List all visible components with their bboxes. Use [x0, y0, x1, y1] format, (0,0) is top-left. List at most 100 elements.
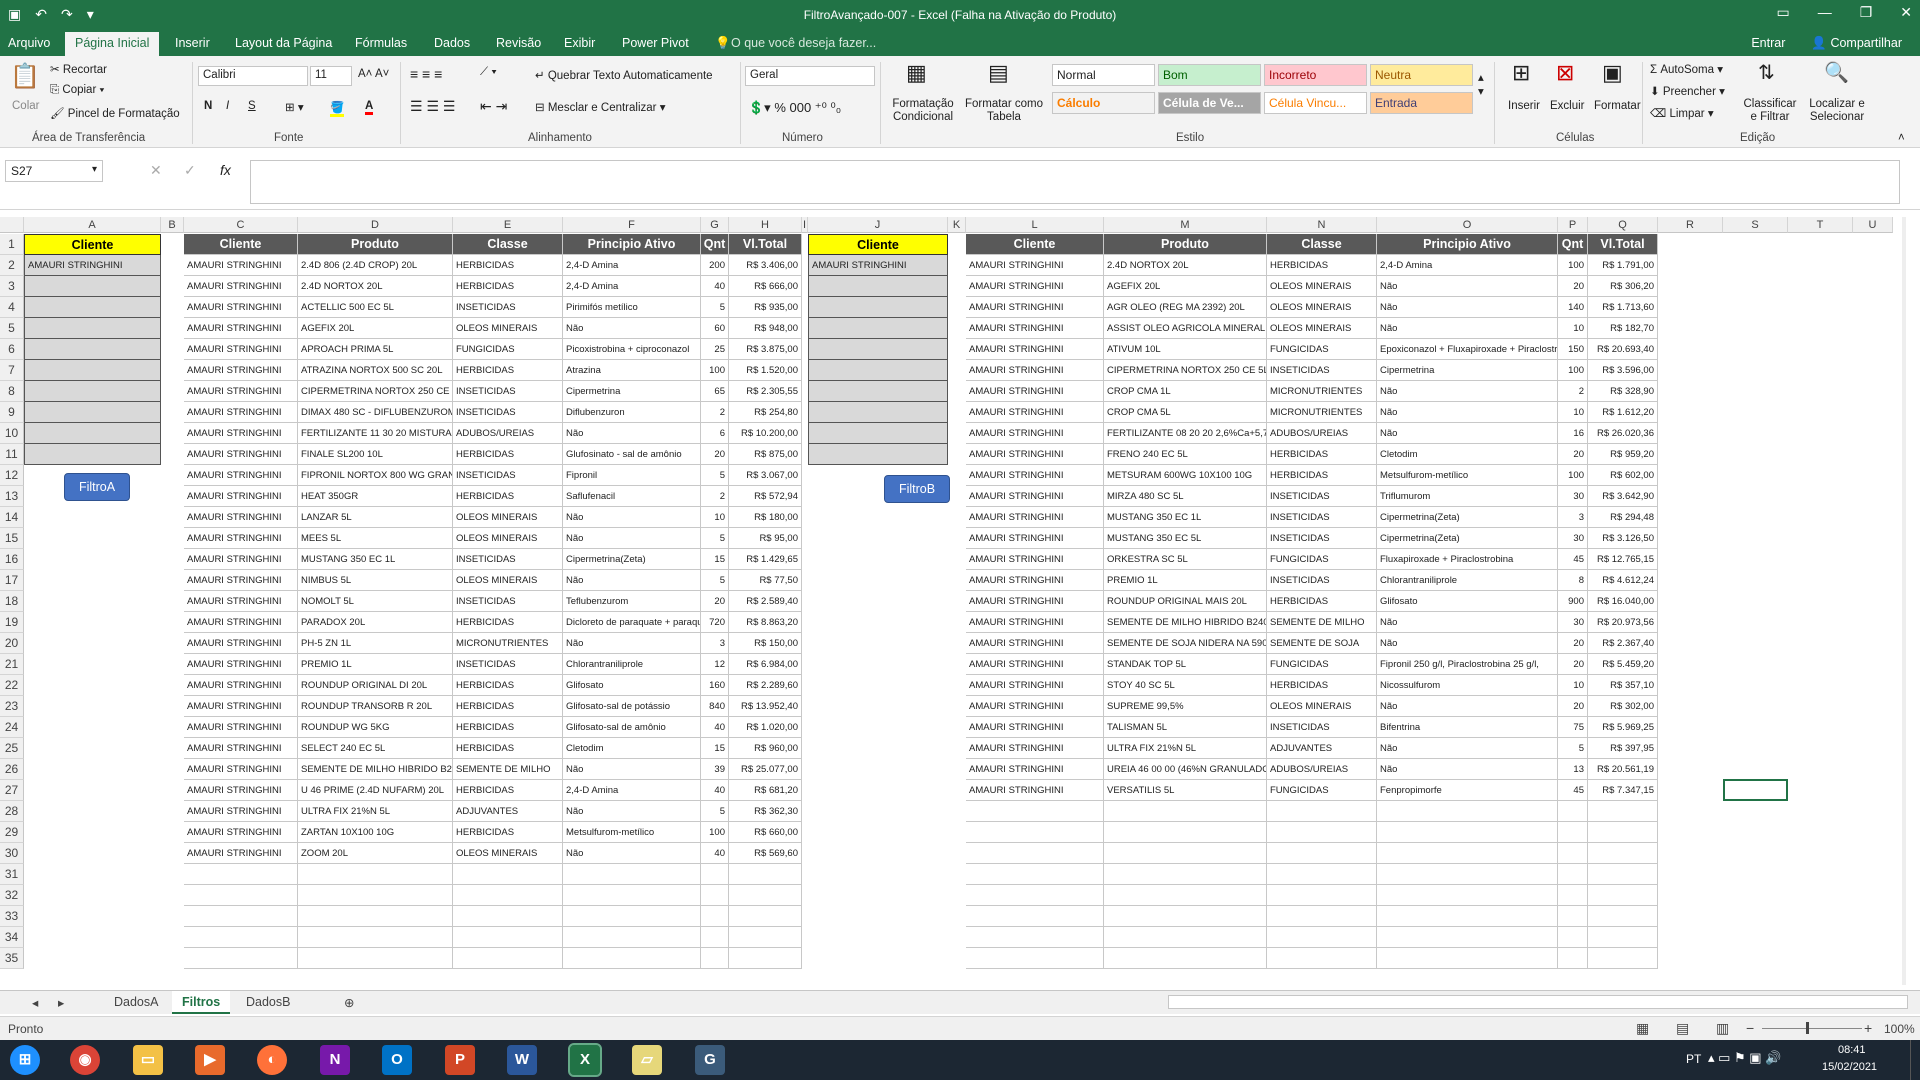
- table-b-cell[interactable]: [1558, 843, 1588, 864]
- column-header[interactable]: A: [24, 217, 161, 233]
- table-a-cell[interactable]: 5: [701, 297, 729, 318]
- table-b-cell[interactable]: 2: [1558, 381, 1588, 402]
- table-a-cell[interactable]: Metsulfurom-metílico: [563, 822, 701, 843]
- table-a-cell[interactable]: Cletodim: [563, 738, 701, 759]
- table-b-cell[interactable]: 20: [1558, 633, 1588, 654]
- chrome-icon[interactable]: ◉: [70, 1045, 100, 1075]
- table-b-cell[interactable]: SUPREME 99,5%: [1104, 696, 1267, 717]
- style-neutra[interactable]: Neutra: [1370, 64, 1473, 86]
- table-a-cell[interactable]: R$ 180,00: [729, 507, 802, 528]
- table-a-cell[interactable]: [184, 906, 298, 927]
- table-b-cell[interactable]: Não: [1377, 696, 1558, 717]
- table-a-cell[interactable]: Dicloreto de paraquate + paraquat: [563, 612, 701, 633]
- table-a-cell[interactable]: HERBICIDAS: [453, 255, 563, 276]
- table-b-cell[interactable]: INSETICIDAS: [1267, 507, 1377, 528]
- column-header[interactable]: N: [1267, 217, 1377, 233]
- column-header[interactable]: Q: [1588, 217, 1658, 233]
- row-header[interactable]: 17: [0, 570, 24, 591]
- column-header[interactable]: O: [1377, 217, 1558, 233]
- table-a-cell[interactable]: [453, 927, 563, 948]
- table-b-cell[interactable]: OLEOS MINERAIS: [1267, 318, 1377, 339]
- table-b-cell[interactable]: MIRZA 480 SC 5L: [1104, 486, 1267, 507]
- table-a-cell[interactable]: R$ 2.589,40: [729, 591, 802, 612]
- table-b-cell[interactable]: AMAURI STRINGHINI: [966, 318, 1104, 339]
- table-b-cell[interactable]: STANDAK TOP 5L: [1104, 654, 1267, 675]
- table-a-cell[interactable]: [701, 885, 729, 906]
- table-b-cell[interactable]: R$ 5.969,25: [1588, 717, 1658, 738]
- table-a-cell[interactable]: R$ 666,00: [729, 276, 802, 297]
- table-b-cell[interactable]: MICRONUTRIENTES: [1267, 381, 1377, 402]
- table-b-cell[interactable]: 75: [1558, 717, 1588, 738]
- table-a-cell[interactable]: 40: [701, 843, 729, 864]
- table-a-cell[interactable]: AMAURI STRINGHINI: [184, 465, 298, 486]
- table-a-cell[interactable]: 40: [701, 276, 729, 297]
- table-a-cell[interactable]: [729, 885, 802, 906]
- table-a-cell[interactable]: 2,4-D Amina: [563, 780, 701, 801]
- table-b-cell[interactable]: Não: [1377, 276, 1558, 297]
- table-b-cell[interactable]: ATIVUM 10L: [1104, 339, 1267, 360]
- table-a-cell[interactable]: R$ 8.863,20: [729, 612, 802, 633]
- table-a-cell[interactable]: PREMIO 1L: [298, 654, 453, 675]
- table-b-cell[interactable]: Fipronil 250 g/l, Piraclostrobina 25 g/l…: [1377, 654, 1558, 675]
- table-b-cell[interactable]: Cipermetrina(Zeta): [1377, 528, 1558, 549]
- table-a-cell[interactable]: HERBICIDAS: [453, 780, 563, 801]
- sort-filter-button[interactable]: Classificar e Filtrar: [1740, 98, 1800, 124]
- table-a-cell[interactable]: HERBICIDAS: [453, 675, 563, 696]
- font-color-icon[interactable]: A: [365, 100, 374, 115]
- table-a-cell[interactable]: Glifosato-sal de amônio: [563, 717, 701, 738]
- table-a-cell[interactable]: [701, 864, 729, 885]
- align-left-icon[interactable]: ☰ ☰ ☰: [410, 98, 455, 115]
- table-b-cell[interactable]: AMAURI STRINGHINI: [966, 633, 1104, 654]
- table-b-cell[interactable]: [1377, 948, 1558, 969]
- table-b-cell[interactable]: ASSIST OLEO AGRICOLA MINERAL 5L: [1104, 318, 1267, 339]
- table-a-cell[interactable]: ADUBOS/UREIAS: [453, 423, 563, 444]
- tab-arquivo[interactable]: Arquivo: [8, 36, 50, 50]
- table-b-cell[interactable]: [966, 822, 1104, 843]
- sort-filter-icon[interactable]: ⇅: [1758, 60, 1775, 85]
- style-celula-vinculada[interactable]: Célula Vincu...: [1264, 92, 1367, 114]
- table-b-cell[interactable]: AMAURI STRINGHINI: [966, 465, 1104, 486]
- file-explorer-icon[interactable]: ▭: [133, 1045, 163, 1075]
- tell-me-box[interactable]: O que você deseja fazer...: [731, 36, 876, 50]
- table-a-cell[interactable]: 20: [701, 591, 729, 612]
- table-a-cell[interactable]: Atrazina: [563, 360, 701, 381]
- table-a-cell[interactable]: 3: [701, 633, 729, 654]
- table-b-cell[interactable]: Cipermetrina(Zeta): [1377, 507, 1558, 528]
- row-header[interactable]: 28: [0, 801, 24, 822]
- table-b-cell[interactable]: R$ 7.347,15: [1588, 780, 1658, 801]
- table-a-cell[interactable]: AMAURI STRINGHINI: [184, 696, 298, 717]
- table-a-cell[interactable]: [563, 906, 701, 927]
- table-b-cell[interactable]: R$ 26.020,36: [1588, 423, 1658, 444]
- column-header[interactable]: R: [1658, 217, 1723, 233]
- table-b-cell[interactable]: AGEFIX 20L: [1104, 276, 1267, 297]
- row-header[interactable]: 34: [0, 927, 24, 948]
- cut-button[interactable]: ✂ Recortar: [50, 62, 107, 76]
- criteria-b-header[interactable]: Cliente: [808, 234, 948, 255]
- table-a-cell[interactable]: R$ 77,50: [729, 570, 802, 591]
- criteria-a-cell[interactable]: AMAURI STRINGHINI: [24, 255, 161, 276]
- table-b-cell[interactable]: R$ 4.612,24: [1588, 570, 1658, 591]
- conditional-format-button[interactable]: Formatação Condicional: [888, 98, 958, 124]
- table-b-cell[interactable]: METSURAM 600WG 10X100 10G: [1104, 465, 1267, 486]
- criteria-a-cell[interactable]: [24, 276, 161, 297]
- table-a-cell[interactable]: [298, 948, 453, 969]
- select-all-corner[interactable]: [0, 217, 24, 233]
- table-a-cell[interactable]: PH-5 ZN 1L: [298, 633, 453, 654]
- table-a-cell[interactable]: ROUNDUP TRANSORB R 20L: [298, 696, 453, 717]
- table-a-cell[interactable]: [563, 864, 701, 885]
- table-a-cell[interactable]: R$ 3.067,00: [729, 465, 802, 486]
- table-b-cell[interactable]: ADUBOS/UREIAS: [1267, 759, 1377, 780]
- table-b-cell[interactable]: AMAURI STRINGHINI: [966, 360, 1104, 381]
- table-b-cell[interactable]: 5: [1558, 738, 1588, 759]
- table-a-cell[interactable]: LANZAR 5L: [298, 507, 453, 528]
- italic-button[interactable]: I: [226, 100, 229, 112]
- table-a-cell[interactable]: R$ 362,30: [729, 801, 802, 822]
- table-a-cell[interactable]: 200: [701, 255, 729, 276]
- row-header[interactable]: 10: [0, 423, 24, 444]
- column-header[interactable]: E: [453, 217, 563, 233]
- table-a-cell[interactable]: R$ 150,00: [729, 633, 802, 654]
- sheet-tab-dadosb[interactable]: DadosB: [236, 991, 300, 1014]
- table-a-cell[interactable]: AMAURI STRINGHINI: [184, 444, 298, 465]
- show-desktop-button[interactable]: [1910, 1040, 1920, 1080]
- row-header[interactable]: 15: [0, 528, 24, 549]
